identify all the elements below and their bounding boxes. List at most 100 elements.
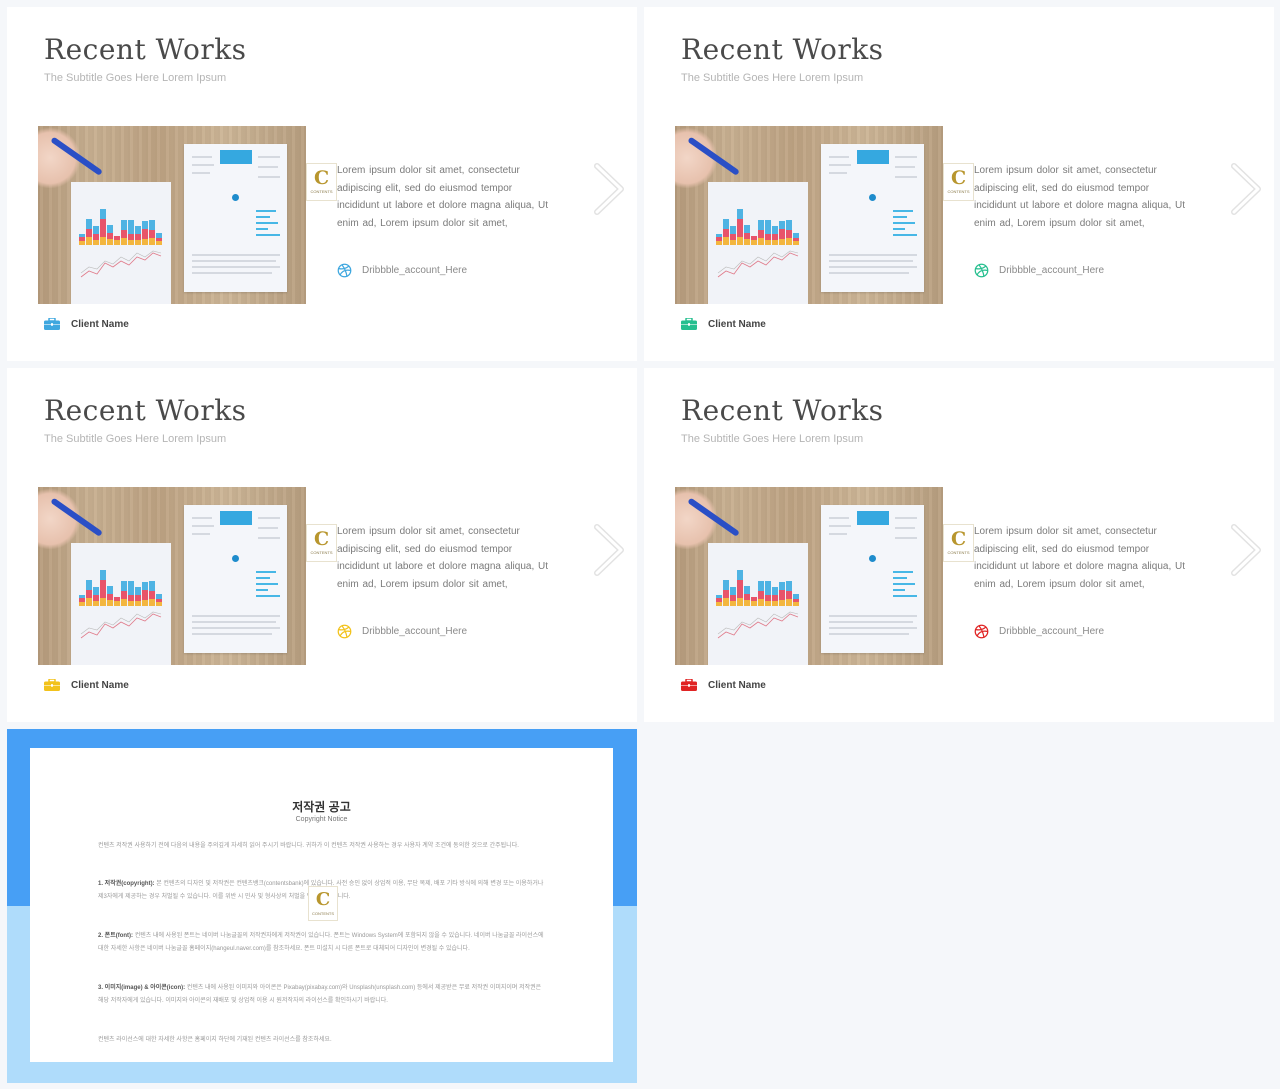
- work-photo: [38, 487, 306, 665]
- photo-chart-bar: [786, 581, 792, 591]
- photo-chart-bar: [793, 233, 799, 238]
- resume-skill-bar: [893, 228, 905, 230]
- copyright-intro: 컨텐츠 저작권 사용하기 전에 다음의 내용을 주의깊게 자세히 읽어 주시기 …: [98, 843, 519, 849]
- description-text: Lorem ipsum dolor sit amet, consectetur …: [974, 526, 1186, 590]
- logo-letter: C: [315, 889, 331, 910]
- next-arrow-icon[interactable]: [1229, 522, 1265, 578]
- resume-skill-bar: [256, 234, 280, 236]
- recent-works-slide: Recent Works The Subtitle Goes Here Lore…: [7, 368, 637, 722]
- chart-paper: [708, 182, 808, 304]
- photo-chart-bar: [779, 221, 785, 229]
- dribbble-icon: [974, 263, 989, 278]
- slide-title: Recent Works: [681, 33, 884, 66]
- photo-chart-bar: [79, 237, 85, 241]
- photo-chart-bar: [86, 598, 92, 606]
- dribbble-link[interactable]: Dribbble_account_Here: [337, 263, 467, 278]
- contents-logo: C CONTENTS: [306, 524, 337, 562]
- photo-chart-bar: [716, 241, 722, 245]
- dribbble-link[interactable]: Dribbble_account_Here: [974, 624, 1104, 639]
- photo-chart-bar: [100, 598, 106, 606]
- next-arrow-icon[interactable]: [1229, 161, 1265, 217]
- photo-chart-bar: [765, 581, 771, 595]
- resume-skill-bar: [893, 234, 917, 236]
- photo-chart-bar: [758, 238, 764, 245]
- copyright-card: 저작권 공고 Copyright Notice 컨텐츠 저작권 사용하기 전에 …: [30, 748, 613, 1062]
- client-info: Client Name: [44, 318, 129, 330]
- client-info: Client Name: [44, 679, 129, 691]
- dribbble-label: Dribbble_account_Here: [999, 265, 1105, 276]
- photo-chart-bar: [723, 219, 729, 229]
- resume-paper: [821, 144, 924, 292]
- photo-chart-bar: [779, 582, 785, 590]
- work-photo: [38, 126, 306, 304]
- next-arrow-icon[interactable]: [592, 522, 628, 578]
- section-heading: 1. 저작권(copyright):: [98, 881, 155, 887]
- photo-chart-bar: [142, 600, 148, 606]
- photo-chart-bar: [93, 601, 99, 606]
- resume-line: [895, 166, 915, 168]
- photo-chart-bar: [716, 595, 722, 598]
- photo-chart-bar: [86, 580, 92, 590]
- resume-line: [829, 621, 913, 623]
- photo-chart-bar: [135, 595, 141, 601]
- photo-chart-bar: [142, 229, 148, 239]
- photo-chart-bar: [93, 234, 99, 240]
- resume-paper: [821, 505, 924, 653]
- photo-chart-bar: [128, 601, 134, 606]
- resume-paper: [184, 505, 287, 653]
- resume-line: [258, 156, 280, 158]
- resume-line: [258, 166, 278, 168]
- photo-chart-bar: [107, 600, 113, 606]
- photo-chart-bar: [121, 581, 127, 591]
- photo-chart-bar: [121, 230, 127, 238]
- photo-chart-bar: [730, 226, 736, 234]
- resume-line: [192, 621, 276, 623]
- resume-line: [192, 254, 280, 256]
- photo-chart-bar: [156, 238, 162, 241]
- photo-chart-bar: [93, 595, 99, 601]
- resume-skill-bar: [256, 583, 278, 585]
- dribbble-link[interactable]: Dribbble_account_Here: [337, 624, 467, 639]
- slide-title: Recent Works: [44, 33, 247, 66]
- resume-header: [857, 511, 889, 525]
- photo-chart-bar: [100, 237, 106, 245]
- dribbble-icon: [337, 624, 352, 639]
- slide-title: Recent Works: [681, 394, 884, 427]
- resume-line: [192, 533, 210, 535]
- resume-line: [829, 533, 847, 535]
- photo-chart-bar: [737, 219, 743, 237]
- photo-chart-bar: [149, 581, 155, 591]
- next-arrow-icon[interactable]: [592, 161, 628, 217]
- briefcase-icon: [681, 318, 697, 330]
- resume-line: [192, 172, 210, 174]
- resume-skill-bar: [893, 216, 907, 218]
- chart-paper: [71, 543, 171, 665]
- dribbble-link[interactable]: Dribbble_account_Here: [974, 263, 1104, 278]
- photo-chart-bar: [786, 591, 792, 599]
- work-photo: [675, 126, 943, 304]
- resume-line: [895, 537, 917, 539]
- dribbble-label: Dribbble_account_Here: [362, 626, 468, 637]
- logo-letter: C: [950, 167, 967, 189]
- photo-chart-bar: [744, 225, 750, 233]
- resume-line: [258, 176, 280, 178]
- resume-line: [192, 517, 212, 519]
- dribbble-label: Dribbble_account_Here: [999, 626, 1105, 637]
- photo-chart-bar: [723, 580, 729, 590]
- photo-chart-bar: [716, 234, 722, 237]
- photo-chart-bar: [751, 240, 757, 245]
- resume-header: [220, 150, 252, 164]
- photo-chart-bar: [758, 581, 764, 591]
- copyright-footer: 컨텐츠 라이선스에 대한 자세한 사항은 홈페이지 하단에 기재된 컨텐츠 라이…: [98, 1037, 332, 1043]
- paper-bar-chart: [716, 561, 801, 606]
- briefcase-icon: [44, 318, 60, 330]
- slide-subtitle: The Subtitle Goes Here Lorem Ipsum: [44, 433, 227, 445]
- resume-skill-bar: [893, 589, 905, 591]
- photo-chart-bar: [730, 601, 736, 606]
- photo-chart-bar: [737, 237, 743, 245]
- resume-skill-bar: [893, 222, 915, 224]
- description-text: Lorem ipsum dolor sit amet, consectetur …: [974, 165, 1186, 229]
- photo-chart-bar: [135, 234, 141, 240]
- client-info: Client Name: [681, 679, 766, 691]
- photo-chart-bar: [86, 219, 92, 229]
